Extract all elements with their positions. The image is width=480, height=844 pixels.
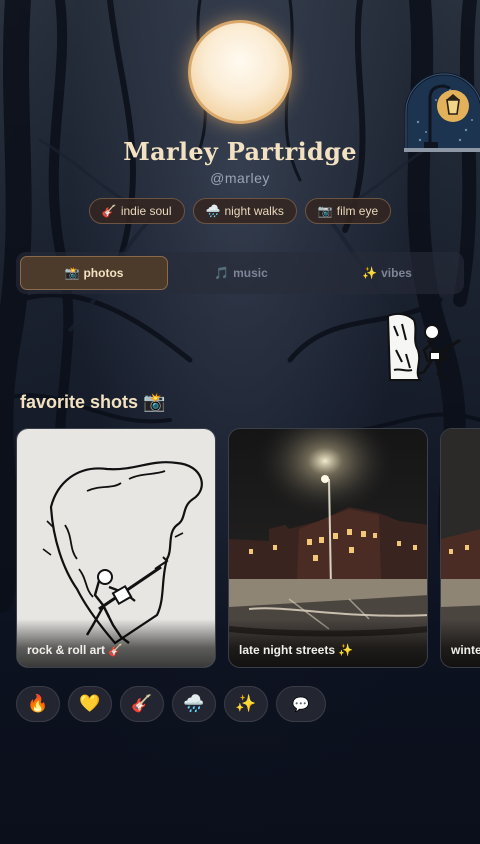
comment-button[interactable]: 💬 [276, 686, 326, 722]
photo-card-winter[interactable]: winter [440, 428, 480, 668]
profile-name: Marley Partridge [123, 137, 357, 166]
reaction-bar: 🔥 💛 🎸 🌧️ ✨ 💬 [16, 686, 326, 722]
section-title: favorite shots 📸 [20, 392, 166, 412]
tab-photos[interactable]: 📸 photos [20, 256, 168, 290]
chip-label: indie soul [120, 204, 172, 218]
guitar-icon: 🎸 [131, 694, 153, 713]
tab-music[interactable]: 🎵 music [168, 256, 314, 290]
rock-climber-sticker [384, 310, 464, 384]
camera-icon: 📷 [317, 204, 333, 218]
tab-label: photos [83, 266, 124, 280]
tab-vibes[interactable]: ✨ vibes [314, 256, 460, 290]
yellow-heart-icon: 💛 [79, 694, 101, 713]
sparkles-reaction-button[interactable]: ✨ [224, 686, 268, 722]
photo-card-rock-art[interactable]: rock & roll art 🎸 [16, 428, 216, 668]
rain-cloud-icon: 🌧️ [183, 694, 205, 713]
sparkles-icon: ✨ [362, 266, 378, 280]
music-note-icon: 🎵 [214, 266, 230, 280]
rain-cloud-icon: 🌧️ [205, 204, 221, 218]
tab-label: vibes [381, 266, 412, 280]
card-caption: late night streets ✨ [229, 619, 427, 667]
heart-reaction-button[interactable]: 💛 [68, 686, 112, 722]
fire-reaction-button[interactable]: 🔥 [16, 686, 60, 722]
profile-handle: @marley [210, 170, 270, 186]
camera-flash-icon: 📸 [64, 266, 80, 280]
card-caption: winter [441, 619, 480, 667]
profile-avatar[interactable] [188, 20, 292, 124]
guitar-reaction-button[interactable]: 🎸 [120, 686, 164, 722]
speech-bubble-icon: 💬 [292, 695, 310, 712]
chip-night-walks[interactable]: 🌧️ night walks [192, 198, 297, 224]
interest-chips: 🎸 indie soul 🌧️ night walks 📷 film eye [0, 198, 480, 224]
tab-label: music [233, 266, 268, 280]
chip-indie-soul[interactable]: 🎸 indie soul [88, 198, 185, 224]
chip-film-eye[interactable]: 📷 film eye [304, 198, 392, 224]
photo-carousel[interactable]: rock & roll art 🎸 late night streets ✨ w… [16, 428, 480, 668]
fire-icon: 🔥 [27, 694, 49, 713]
guitar-icon: 🎸 [101, 204, 117, 218]
chip-label: film eye [336, 204, 379, 218]
sparkles-icon: ✨ [235, 694, 257, 713]
chip-label: night walks [224, 204, 284, 218]
profile-tabs: 📸 photos 🎵 music ✨ vibes [16, 252, 464, 294]
card-caption: rock & roll art 🎸 [17, 619, 215, 667]
photo-card-night-streets[interactable]: late night streets ✨ [228, 428, 428, 668]
rain-reaction-button[interactable]: 🌧️ [172, 686, 216, 722]
